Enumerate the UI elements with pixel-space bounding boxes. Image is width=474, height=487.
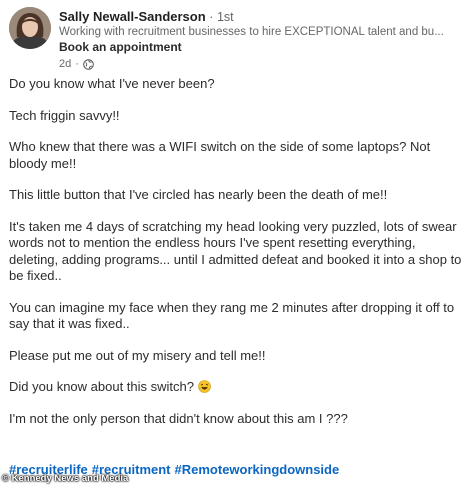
image-credit: © Kennedy News and Media: [2, 473, 129, 484]
post-paragraph: Do you know what I've never been?: [9, 76, 215, 91]
globe-icon: [83, 58, 94, 70]
linkedin-post: Sally Newall-Sanderson · 1st Working wit…: [0, 0, 474, 487]
post-paragraph: I'm not the only person that didn't know…: [9, 410, 348, 426]
hashtag-link[interactable]: #Remoteworkingdownside: [175, 462, 340, 477]
author-headline: Working with recruitment businesses to h…: [59, 26, 444, 38]
rolling-laughing-emoji-icon: [197, 380, 211, 393]
post-meta: 2d ·: [59, 58, 94, 70]
post-paragraph-with-emoji: Did you know about this switch?: [9, 379, 467, 396]
post-paragraph: Who knew that there was a WIFI switch on…: [9, 139, 431, 171]
post-header: Sally Newall-Sanderson · 1st Working wit…: [9, 7, 469, 70]
post-time: 2d: [59, 58, 72, 70]
author-name[interactable]: Sally Newall-Sanderson: [59, 9, 206, 24]
post-body: Do you know what I've never been? Tech f…: [9, 76, 467, 427]
connection-degree: · 1st: [209, 10, 234, 24]
post-paragraph: Did you know about this switch?: [9, 379, 194, 394]
post-paragraph: Tech friggin savvy!!: [9, 107, 120, 123]
meta-separator: ·: [75, 58, 79, 70]
author-name-row: Sally Newall-Sanderson · 1st: [59, 9, 234, 25]
author-avatar[interactable]: [9, 7, 51, 49]
post-paragraph: You can imagine my face when they rang m…: [9, 299, 455, 332]
post-paragraph: Please put me out of my misery and tell …: [9, 347, 266, 363]
post-paragraph: It's taken me 4 days of scratching my he…: [9, 218, 462, 284]
connection-degree-label: 1st: [216, 10, 234, 24]
post-paragraph: This little button that I've circled has…: [9, 187, 388, 202]
book-appointment-link[interactable]: Book an appointment: [59, 41, 182, 54]
